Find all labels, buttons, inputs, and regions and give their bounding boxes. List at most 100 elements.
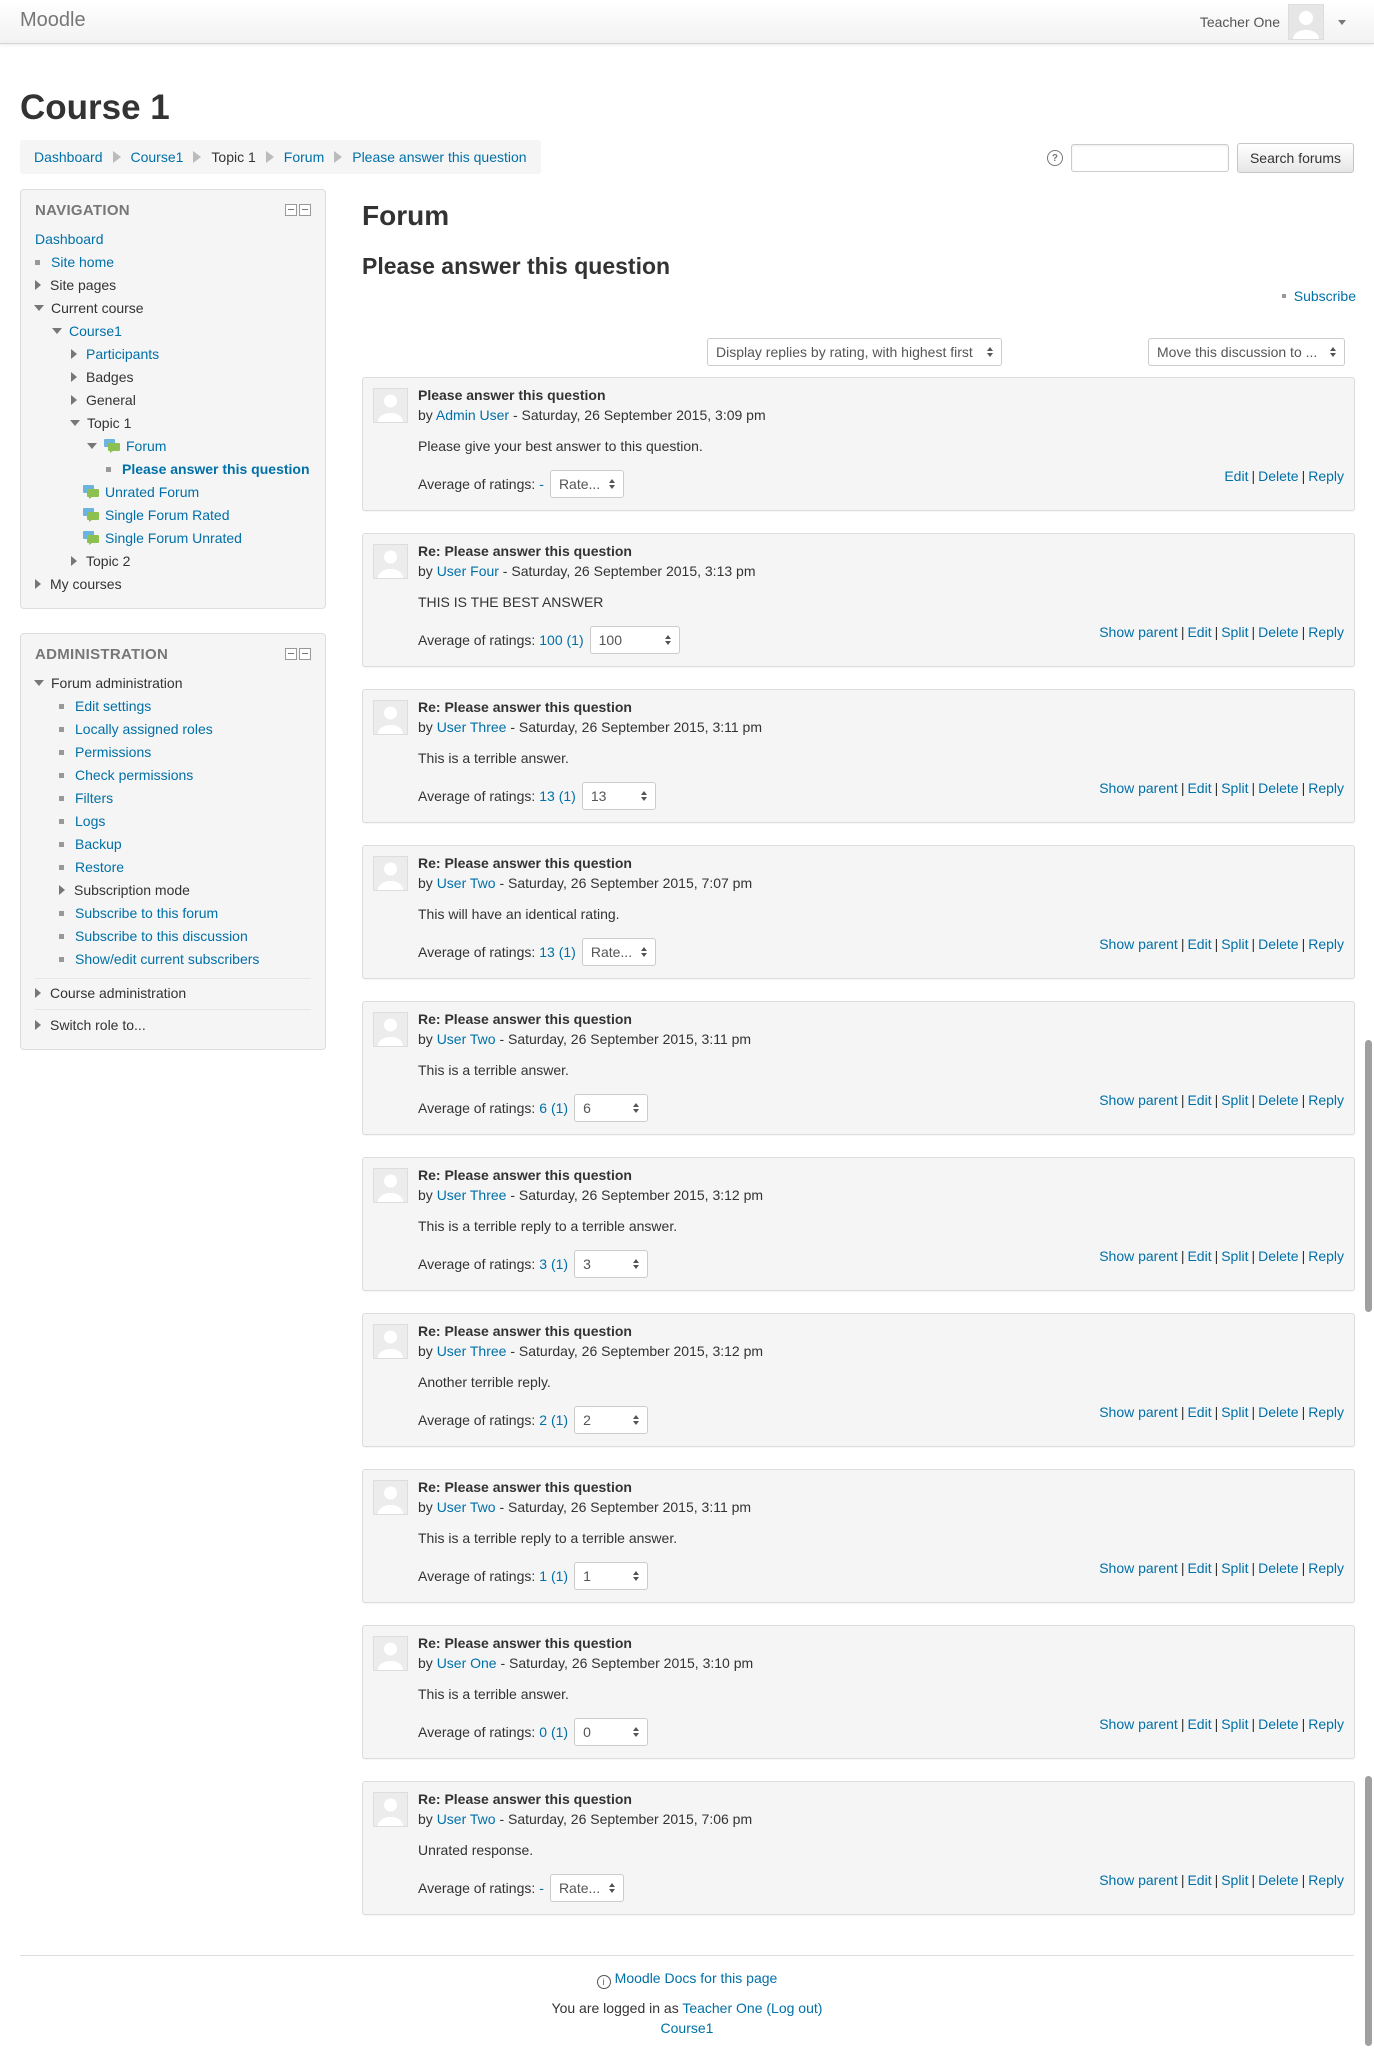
help-icon[interactable]: ? <box>1046 150 1063 166</box>
rating-select[interactable]: 6 <box>574 1094 649 1122</box>
rating-select[interactable]: Rate... <box>549 470 624 498</box>
edit-link[interactable]: Edit <box>1187 1872 1211 1888</box>
nav-participants[interactable]: Participants <box>71 346 159 362</box>
show-parent-link[interactable]: Show parent <box>1099 624 1178 640</box>
nav-general[interactable]: General <box>71 392 136 408</box>
move-discussion-select[interactable]: Move this discussion to ... <box>1148 338 1345 366</box>
edit-link[interactable]: Edit <box>1187 1716 1211 1732</box>
display-mode-select[interactable]: Display replies by rating, with highest … <box>707 338 1002 366</box>
rating-select[interactable]: Rate... <box>581 938 656 966</box>
search-forums-button[interactable]: Search forums <box>1236 143 1354 173</box>
user-avatar-icon[interactable] <box>373 1168 408 1203</box>
nav-site-home[interactable]: Site home <box>35 254 114 270</box>
edit-link[interactable]: Edit <box>1187 1248 1211 1264</box>
nav-unrated-forum[interactable]: Unrated Forum <box>83 484 199 500</box>
expand-icon[interactable] <box>71 372 77 382</box>
user-avatar-icon[interactable] <box>373 1324 408 1359</box>
collapse-tree-icon[interactable] <box>52 328 62 334</box>
dock-icon[interactable] <box>299 648 311 660</box>
avg-ratings-value[interactable]: - <box>539 1880 544 1896</box>
collapse-tree-icon[interactable] <box>70 420 80 426</box>
reply-link[interactable]: Reply <box>1308 1092 1344 1108</box>
nav-participants-label[interactable]: Participants <box>86 346 159 362</box>
delete-link[interactable]: Delete <box>1258 624 1298 640</box>
edit-link[interactable]: Edit <box>1187 780 1211 796</box>
expand-icon[interactable] <box>71 395 77 405</box>
admin-locally-assigned-roles-label[interactable]: Locally assigned roles <box>75 721 213 737</box>
admin-filters-label[interactable]: Filters <box>75 790 113 806</box>
post-author-link[interactable]: User Four <box>437 563 499 579</box>
subscribe-link[interactable]: Subscribe <box>1281 288 1356 304</box>
caret-down-icon[interactable] <box>1338 19 1346 25</box>
user-avatar-icon[interactable] <box>373 856 408 891</box>
show-parent-link[interactable]: Show parent <box>1099 936 1178 952</box>
nav-current-course-label[interactable]: Current course <box>51 300 144 316</box>
post-author-link[interactable]: User Three <box>437 1187 507 1203</box>
admin-switch-role-label[interactable]: Switch role to... <box>50 1017 146 1033</box>
post-author-link[interactable]: User One <box>437 1655 497 1671</box>
post-author-link[interactable]: User Three <box>437 1343 507 1359</box>
admin-show-edit-subscribers-label[interactable]: Show/edit current subscribers <box>75 951 259 967</box>
nav-single-forum-unrated[interactable]: Single Forum Unrated <box>83 530 242 546</box>
split-link[interactable]: Split <box>1221 1872 1248 1888</box>
expand-icon[interactable] <box>35 579 41 589</box>
expand-icon[interactable] <box>71 349 77 359</box>
rating-select[interactable]: 1 <box>574 1562 649 1590</box>
nav-forum[interactable]: Forum <box>87 438 166 454</box>
search-forums-input[interactable] <box>1070 144 1229 172</box>
admin-subscribe-discussion-label[interactable]: Subscribe to this discussion <box>75 928 248 944</box>
nav-badges[interactable]: Badges <box>71 369 133 385</box>
scrollbar[interactable] <box>1365 1040 1372 1312</box>
breadcrumb-discussion[interactable]: Please answer this question <box>352 149 526 165</box>
admin-backup-label[interactable]: Backup <box>75 836 122 852</box>
delete-link[interactable]: Delete <box>1258 1560 1298 1576</box>
avg-ratings-value[interactable]: 0 (1) <box>539 1724 568 1740</box>
nav-current-course[interactable]: Current course <box>34 300 144 316</box>
edit-link[interactable]: Edit <box>1224 468 1248 484</box>
edit-link[interactable]: Edit <box>1187 936 1211 952</box>
show-parent-link[interactable]: Show parent <box>1099 1404 1178 1420</box>
nav-dashboard-label[interactable]: Dashboard <box>35 231 104 247</box>
split-link[interactable]: Split <box>1221 936 1248 952</box>
post-author-link[interactable]: User Two <box>437 1499 496 1515</box>
show-parent-link[interactable]: Show parent <box>1099 1248 1178 1264</box>
admin-edit-settings[interactable]: Edit settings <box>59 698 151 714</box>
footer-course-link[interactable]: Course1 <box>661 2020 714 2036</box>
avg-ratings-value[interactable]: 3 (1) <box>539 1256 568 1272</box>
expand-icon[interactable] <box>59 885 65 895</box>
admin-subscribe-forum[interactable]: Subscribe to this forum <box>59 905 218 921</box>
admin-subscription-mode-label[interactable]: Subscription mode <box>74 882 190 898</box>
admin-permissions[interactable]: Permissions <box>59 744 151 760</box>
admin-check-permissions[interactable]: Check permissions <box>59 767 193 783</box>
nav-topic1[interactable]: Topic 1 <box>70 415 131 431</box>
rating-select[interactable]: 13 <box>581 782 656 810</box>
admin-restore[interactable]: Restore <box>59 859 124 875</box>
logout-link[interactable]: (Log out) <box>766 2000 822 2016</box>
show-parent-link[interactable]: Show parent <box>1099 1716 1178 1732</box>
expand-icon[interactable] <box>35 988 41 998</box>
admin-logs-label[interactable]: Logs <box>75 813 105 829</box>
nav-topic1-label[interactable]: Topic 1 <box>87 415 131 431</box>
admin-switch-role[interactable]: Switch role to... <box>35 1017 146 1033</box>
admin-course-administration-label[interactable]: Course administration <box>50 985 186 1001</box>
user-avatar-icon[interactable] <box>373 388 408 423</box>
collapse-tree-icon[interactable] <box>34 680 44 686</box>
avg-ratings-value[interactable]: 2 (1) <box>539 1412 568 1428</box>
brand-logo[interactable]: Moodle <box>20 9 86 32</box>
nav-single-forum-rated-label[interactable]: Single Forum Rated <box>105 507 230 523</box>
nav-single-forum-rated[interactable]: Single Forum Rated <box>83 507 230 523</box>
reply-link[interactable]: Reply <box>1308 468 1344 484</box>
footer-user-link[interactable]: Teacher One <box>682 2000 762 2016</box>
collapse-icon[interactable] <box>285 648 297 660</box>
show-parent-link[interactable]: Show parent <box>1099 1560 1178 1576</box>
post-author-link[interactable]: User Two <box>437 1031 496 1047</box>
nav-forum-label[interactable]: Forum <box>126 438 166 454</box>
expand-icon[interactable] <box>35 280 41 290</box>
reply-link[interactable]: Reply <box>1308 1872 1344 1888</box>
edit-link[interactable]: Edit <box>1187 1092 1211 1108</box>
nav-my-courses[interactable]: My courses <box>35 576 122 592</box>
split-link[interactable]: Split <box>1221 1560 1248 1576</box>
delete-link[interactable]: Delete <box>1258 1872 1298 1888</box>
nav-my-courses-label[interactable]: My courses <box>50 576 122 592</box>
split-link[interactable]: Split <box>1221 1092 1248 1108</box>
